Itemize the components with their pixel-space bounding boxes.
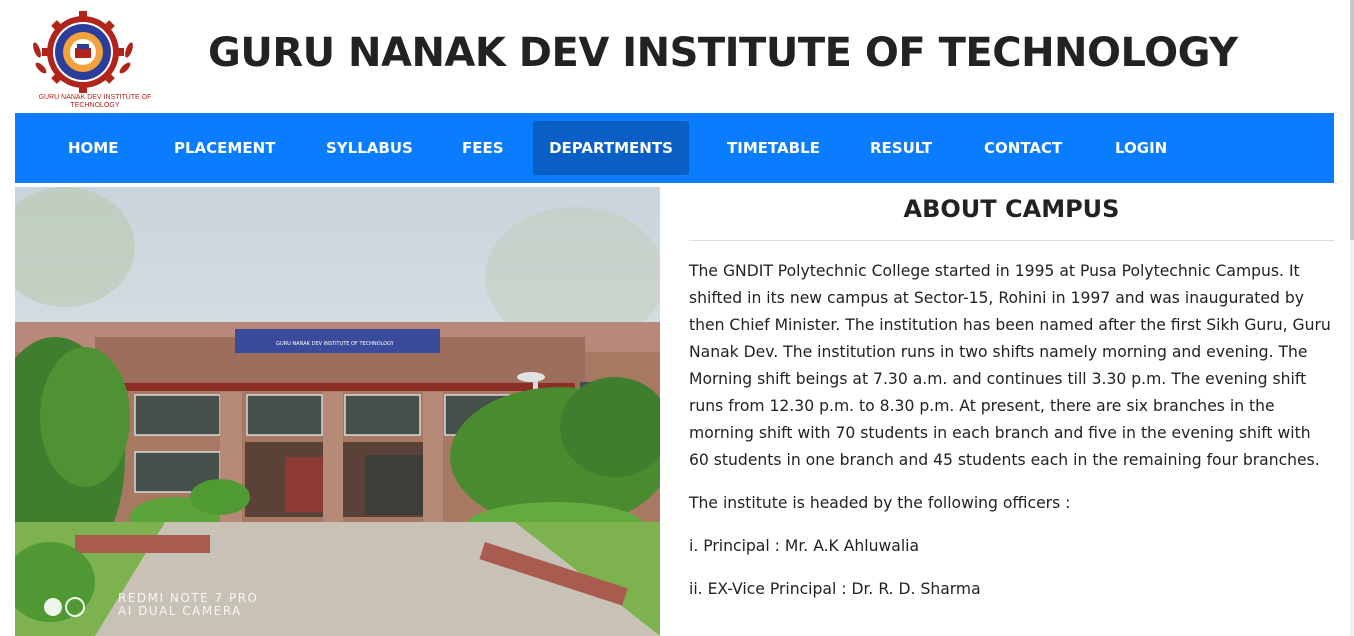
- scrollbar-thumb[interactable]: [1350, 0, 1354, 240]
- about-title: ABOUT CAMPUS: [689, 187, 1334, 241]
- main-navbar: HOME PLACEMENT SYLLABUS FEES DEPARTMENTS…: [15, 113, 1334, 183]
- nav-home[interactable]: HOME: [47, 121, 139, 175]
- nav-placement[interactable]: PLACEMENT: [153, 121, 296, 175]
- institute-logo[interactable]: GURU NANAK DEV INSTITUTE OF TECHNOLOGY: [27, 10, 151, 110]
- watermark-line2: AI DUAL CAMERA: [118, 604, 242, 618]
- page-scrollbar[interactable]: [1350, 0, 1354, 636]
- officer-principal: i. Principal : Mr. A.K Ahluwalia: [689, 537, 920, 555]
- officers-intro: The institute is headed by the following…: [689, 494, 1071, 512]
- nav-fees[interactable]: FEES: [441, 121, 525, 175]
- nav-result[interactable]: RESULT: [849, 121, 953, 175]
- logo-caption: GURU NANAK DEV INSTITUTE OF TECHNOLOGY: [38, 94, 152, 109]
- about-paragraph: The GNDIT Polytechnic College started in…: [689, 262, 1331, 469]
- about-body: The GNDIT Polytechnic College started in…: [689, 258, 1334, 603]
- nav-timetable[interactable]: TIMETABLE: [706, 121, 841, 175]
- site-title: GURU NANAK DEV INSTITUTE OF TECHNOLOGY: [208, 30, 1238, 76]
- officer-vice-principal: ii. EX-Vice Principal : Dr. R. D. Sharma: [689, 580, 981, 598]
- camera-watermark: REDMI NOTE 7 PRO AI DUAL CAMERA: [118, 592, 258, 618]
- campus-photo: GURU NANAK DEV INSTITUTE OF TECHNOLOGY: [15, 187, 660, 636]
- campus-sign-text: GURU NANAK DEV INSTITUTE OF TECHNOLOGY: [276, 341, 395, 347]
- nav-syllabus[interactable]: SYLLABUS: [305, 121, 434, 175]
- nav-login[interactable]: LOGIN: [1094, 121, 1188, 175]
- nav-departments[interactable]: DEPARTMENTS: [533, 121, 689, 175]
- about-section: ABOUT CAMPUS The GNDIT Polytechnic Colle…: [689, 187, 1334, 619]
- camera-watermark-icon: [44, 597, 85, 617]
- nav-contact[interactable]: CONTACT: [963, 121, 1083, 175]
- site-header: GURU NANAK DEV INSTITUTE OF TECHNOLOGY G…: [15, 0, 1334, 113]
